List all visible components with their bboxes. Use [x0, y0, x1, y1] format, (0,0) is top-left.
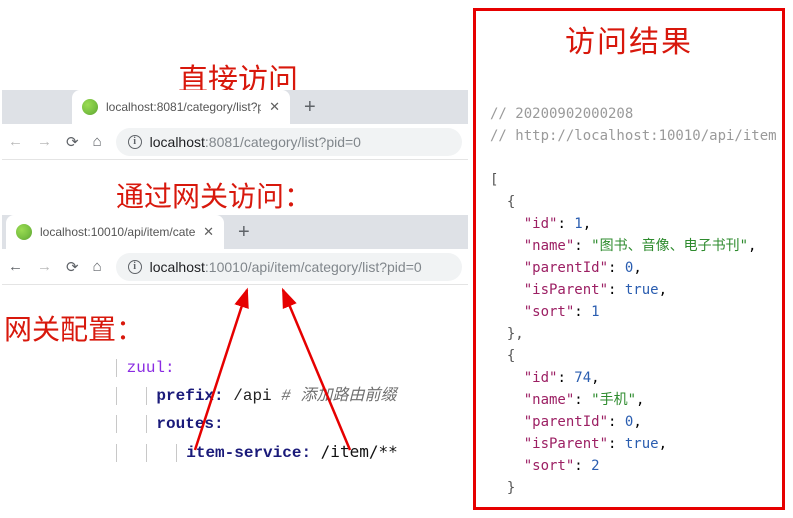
yaml-comment: # 添加路由前缀 [281, 387, 396, 405]
tab-title: localhost:8081/category/list?p [106, 100, 261, 114]
nav-back-icon[interactable]: ← [8, 258, 23, 275]
url-field[interactable]: i localhost:10010/api/item/category/list… [116, 253, 462, 281]
yaml-key-routes: routes [156, 415, 214, 433]
tab-strip: localhost:10010/api/item/cate ✕ + [2, 215, 468, 249]
yaml-key-item-service: item-service [186, 444, 301, 462]
tab-title: localhost:10010/api/item/cate [40, 225, 195, 239]
browser-tab[interactable]: localhost:10010/api/item/cate ✕ [6, 215, 224, 249]
spring-favicon [82, 99, 98, 115]
spring-favicon [16, 224, 32, 240]
yaml-key-zuul: zuul [127, 359, 165, 377]
reload-icon[interactable]: ⟳ [66, 133, 79, 151]
yaml-config: zuul: prefix: /api # 添加路由前缀 routes: item… [116, 354, 398, 467]
url-path: :8081/category/list?pid=0 [205, 134, 361, 150]
browser-direct: localhost:8081/category/list?p ✕ + ← → ⟳… [2, 90, 468, 160]
new-tab-button[interactable]: + [238, 222, 250, 242]
site-info-icon[interactable]: i [128, 260, 142, 274]
nav-forward-icon[interactable]: → [37, 258, 52, 275]
result-panel: 访问结果 // 20200902000208 // http://localho… [473, 8, 785, 510]
nav-forward-icon[interactable]: → [37, 133, 52, 150]
yaml-val-item-service: /item/** [321, 442, 398, 461]
home-icon[interactable]: ⌂ [93, 258, 102, 275]
result-json: // 20200902000208 // http://localhost:10… [476, 77, 782, 499]
browser-gateway: localhost:10010/api/item/cate ✕ + ← → ⟳ … [2, 215, 468, 285]
annotation-gateway-access: 通过网关访问： [116, 175, 312, 215]
close-icon[interactable]: ✕ [269, 99, 280, 115]
browser-tab[interactable]: localhost:8081/category/list?p ✕ [72, 90, 290, 124]
url-field[interactable]: i localhost:8081/category/list?pid=0 [116, 128, 462, 156]
tab-strip: localhost:8081/category/list?p ✕ + [2, 90, 468, 124]
yaml-val-prefix: /api [233, 387, 271, 405]
url-path: :10010/api/item/category/list?pid=0 [205, 259, 422, 275]
annotation-gateway-config: 网关配置： [4, 308, 144, 348]
home-icon[interactable]: ⌂ [93, 133, 102, 150]
result-title: 访问结果 [476, 17, 782, 61]
nav-back-icon[interactable]: ← [8, 133, 23, 150]
close-icon[interactable]: ✕ [203, 224, 214, 240]
reload-icon[interactable]: ⟳ [66, 258, 79, 276]
site-info-icon[interactable]: i [128, 135, 142, 149]
new-tab-button[interactable]: + [304, 97, 316, 117]
url-host: localhost [150, 259, 205, 275]
address-bar: ← → ⟳ ⌂ i localhost:8081/category/list?p… [2, 124, 468, 160]
address-bar: ← → ⟳ ⌂ i localhost:10010/api/item/categ… [2, 249, 468, 285]
url-host: localhost [150, 134, 205, 150]
yaml-key-prefix: prefix [156, 387, 214, 405]
